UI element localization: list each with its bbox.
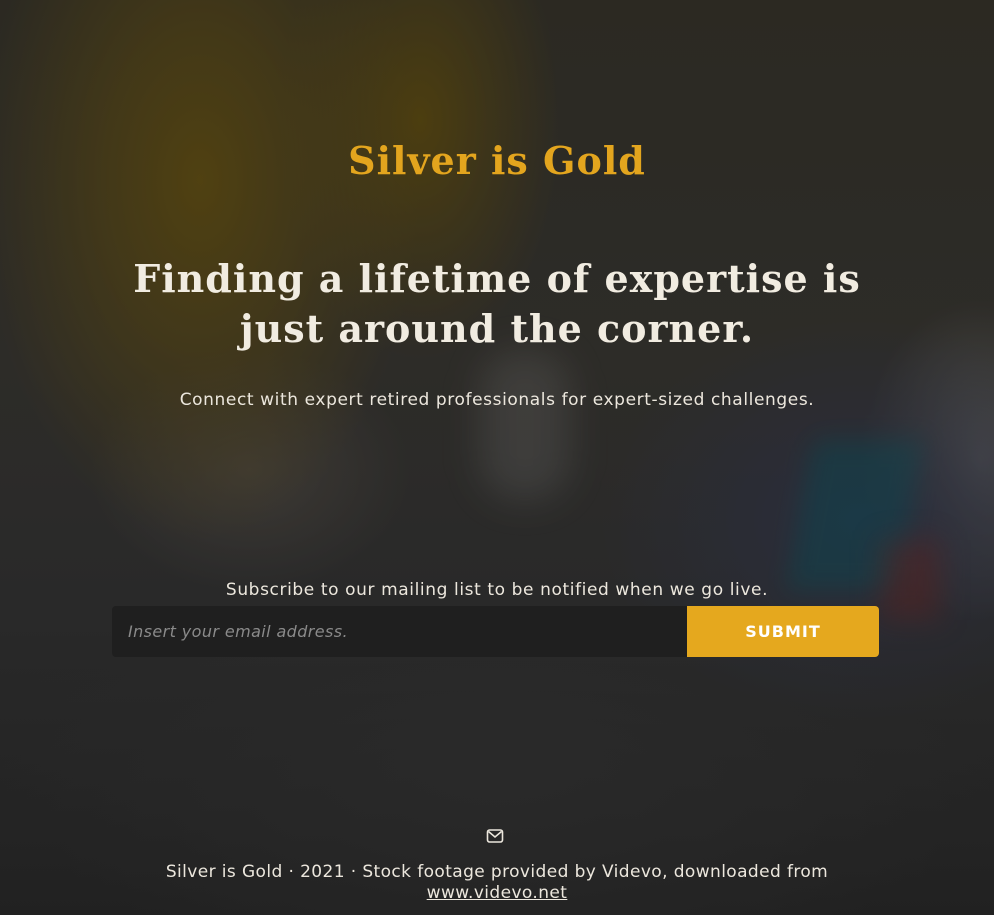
email-field[interactable] — [112, 606, 687, 657]
footer-credit: Silver is Gold · 2021 · Stock footage pr… — [120, 862, 874, 904]
videvo-link[interactable]: www.videvo.net — [427, 883, 568, 903]
footer-credit-text: Silver is Gold · 2021 · Stock footage pr… — [165, 862, 829, 882]
subscribe-label: Subscribe to our mailing list to be noti… — [225, 580, 769, 600]
brand-title: Silver is Gold — [348, 138, 646, 183]
hero-headline: Finding a lifetime of expertise is just … — [133, 256, 861, 351]
main-content: Silver is Gold Finding a lifetime of exp… — [0, 0, 994, 915]
email-contact-link[interactable] — [486, 828, 504, 844]
landing-page: Silver is Gold Finding a lifetime of exp… — [0, 0, 994, 915]
hero-tagline: Connect with expert retired professional… — [179, 390, 815, 410]
envelope-icon — [486, 829, 504, 843]
submit-button[interactable]: SUBMIT — [687, 606, 879, 657]
signup-form: SUBMIT — [112, 606, 879, 657]
